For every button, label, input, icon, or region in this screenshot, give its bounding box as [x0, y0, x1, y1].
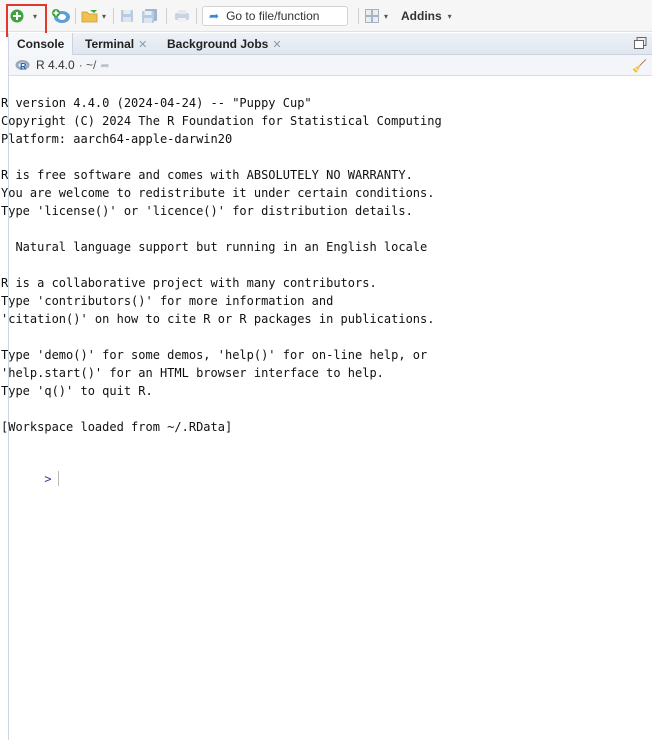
console-line: Type 'q()' to quit R. — [1, 384, 153, 398]
console-line: Natural language support but running in … — [1, 240, 428, 254]
maximize-pane-icon[interactable] — [634, 37, 647, 52]
toolbar-separator — [166, 8, 167, 24]
console-line: You are welcome to redistribute it under… — [1, 186, 435, 200]
toolbar-separator — [358, 8, 359, 24]
close-icon[interactable]: ✕ — [272, 38, 281, 51]
print-button[interactable] — [174, 0, 190, 32]
console-line: Copyright (C) 2024 The R Foundation for … — [1, 114, 442, 128]
tab-label: Background Jobs — [167, 37, 269, 51]
console-line: Type 'license()' or 'licence()' for dist… — [1, 204, 413, 218]
goto-file-function-input[interactable]: ➦ Go to file/function — [202, 6, 348, 26]
console-line: Type 'demo()' for some demos, 'help()' f… — [1, 348, 428, 362]
r-logo-icon: R — [15, 60, 30, 72]
tab-label: Console — [17, 37, 65, 51]
console-line: 'citation()' on how to cite R or R packa… — [1, 312, 435, 326]
pane-layout-button[interactable] — [365, 0, 379, 32]
tab-background-jobs[interactable]: Background Jobs ✕ — [167, 33, 282, 55]
toolbar-separator — [75, 8, 76, 24]
tab-console[interactable]: Console — [9, 33, 74, 55]
console-prompt-line[interactable]: > — [1, 455, 59, 503]
save-disk-icon — [121, 10, 133, 22]
pane-layout-dropdown-caret[interactable]: ▾ — [384, 0, 388, 32]
goto-placeholder: Go to file/function — [226, 9, 320, 23]
text-cursor — [57, 471, 59, 486]
new-project-icon — [52, 9, 70, 23]
tab-terminal[interactable]: Terminal ✕ — [85, 33, 147, 55]
toolbar-separator — [113, 8, 114, 24]
addins-label: Addins — [401, 9, 442, 23]
addins-menu-button[interactable]: Addins ▾ — [401, 0, 452, 32]
console-line: Type 'contributors()' for more informati… — [1, 294, 334, 308]
svg-text:R: R — [20, 62, 27, 72]
save-button[interactable] — [120, 0, 134, 32]
console-line: Platform: aarch64-apple-darwin20 — [1, 132, 233, 146]
console-path-bar: R R 4.4.0 · ~/ ➦ 🧹 — [9, 55, 652, 76]
console-line: R is a collaborative project with many c… — [1, 276, 377, 290]
console-line: 'help.start()' for an HTML browser inter… — [1, 366, 384, 380]
tab-label: Terminal — [85, 37, 135, 51]
console-line: R version 4.4.0 (2024-04-24) -- "Puppy C… — [1, 96, 312, 110]
open-folder-icon — [81, 10, 98, 23]
arrow-right-icon: ➦ — [209, 9, 220, 23]
save-all-button[interactable] — [141, 0, 159, 32]
pane-tab-bar: Console Terminal ✕ Background Jobs ✕ — [9, 33, 652, 55]
main-toolbar: ▾ ▾ ➦ Go to file/function ▾ Addins ▾ — [0, 0, 652, 32]
save-all-icon — [142, 9, 157, 23]
open-file-dropdown-caret[interactable]: ▾ — [102, 0, 106, 32]
grid-layout-icon — [365, 9, 379, 23]
console-pane: Console Terminal ✕ Background Jobs ✕ R R… — [1, 33, 652, 740]
console-prompt: > — [44, 472, 52, 486]
open-file-button[interactable] — [81, 0, 99, 32]
r-version-label: R 4.4.0 — [36, 58, 75, 72]
printer-icon — [175, 10, 189, 22]
close-icon[interactable]: ✕ — [138, 38, 147, 51]
console-line: R is free software and comes with ABSOLU… — [1, 168, 413, 182]
clear-console-icon[interactable]: 🧹 — [632, 59, 647, 73]
working-directory[interactable]: · ~/ — [79, 58, 97, 72]
chevron-down-icon: ▾ — [447, 11, 452, 21]
toolbar-separator — [196, 8, 197, 24]
go-to-directory-icon[interactable]: ➦ — [100, 59, 109, 72]
new-project-button[interactable] — [51, 0, 71, 32]
console-line: [Workspace loaded from ~/.RData] — [1, 420, 233, 434]
